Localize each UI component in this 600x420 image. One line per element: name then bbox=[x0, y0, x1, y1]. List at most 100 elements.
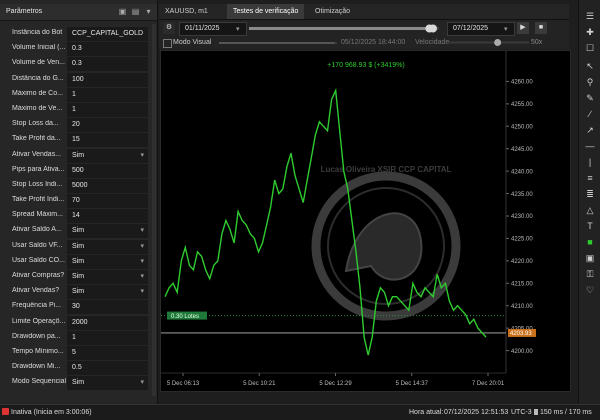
vertical-line-icon[interactable]: | bbox=[584, 156, 596, 168]
save-icon[interactable]: ▣ bbox=[118, 7, 127, 16]
tab-backtest[interactable]: Testes de verificação bbox=[227, 4, 305, 19]
menu-icon[interactable]: ☰ bbox=[584, 10, 596, 22]
param-select[interactable]: Sim ▾ bbox=[67, 254, 148, 269]
channel-icon[interactable]: ≡ bbox=[584, 172, 596, 184]
start-date-field[interactable]: 01/11/2025 ▾ bbox=[179, 22, 247, 36]
param-input[interactable]: 15 bbox=[67, 133, 148, 148]
parameters-scrollbar[interactable] bbox=[152, 24, 156, 396]
visual-mode-checkbox[interactable] bbox=[163, 39, 172, 48]
param-input[interactable]: 0.3 bbox=[67, 57, 148, 72]
price-chart[interactable]: Lucas Oliveira XSIR CCP CAPITAL 0.30 Lote… bbox=[160, 50, 571, 392]
param-value: 0.5 bbox=[72, 364, 82, 372]
crosshair-icon[interactable]: ✚ bbox=[584, 26, 596, 38]
color-icon[interactable]: ■ bbox=[584, 236, 596, 248]
param-select[interactable]: Sim ▾ bbox=[67, 148, 148, 163]
param-label: Usar Saldo VF... bbox=[12, 241, 63, 249]
camera-icon[interactable]: ▣ bbox=[584, 252, 596, 264]
settings-icon[interactable]: ⚙ bbox=[163, 22, 175, 34]
param-label: Volume Inicial (... bbox=[12, 44, 66, 52]
parameters-header: Parâmetros ▣ ▤ ▾ bbox=[0, 4, 157, 21]
param-row: Tempo Mínimo... 5 bbox=[3, 345, 155, 360]
param-select[interactable]: Sim ▾ bbox=[67, 285, 148, 300]
timezone[interactable]: UTC-3 bbox=[511, 409, 532, 416]
play-button[interactable]: ▶ bbox=[517, 22, 529, 34]
param-input[interactable]: 100 bbox=[67, 72, 148, 87]
chart-canvas[interactable]: Lucas Oliveira XSIR CCP CAPITAL 0.30 Lote… bbox=[161, 51, 570, 391]
date-range-track[interactable] bbox=[249, 24, 439, 33]
param-label: Distância do G... bbox=[12, 74, 64, 82]
param-row: Take Profit da... 15 bbox=[3, 132, 155, 148]
param-input[interactable]: 2000 bbox=[67, 315, 148, 330]
y-tick-label: 4220.00 bbox=[511, 259, 533, 265]
param-input[interactable]: 20 bbox=[67, 118, 148, 133]
end-handle[interactable] bbox=[429, 24, 437, 33]
param-value: CCP_CAPITAL_GOLD bbox=[72, 30, 144, 37]
speed-slider[interactable] bbox=[449, 38, 529, 47]
latency: 150 ms / 170 ms bbox=[540, 409, 592, 416]
param-row: Volume de Ven... 0.3 bbox=[3, 56, 155, 72]
current-price-label: 4203.93 bbox=[510, 331, 532, 337]
param-row: Drawdown Mi... 0.5 bbox=[3, 360, 155, 376]
param-label: Spread Máxim... bbox=[12, 211, 63, 219]
end-date-field[interactable]: 07/12/2025 ▾ bbox=[447, 22, 515, 36]
param-label: Pips para Ativa... bbox=[12, 165, 65, 173]
param-input[interactable]: 1 bbox=[67, 330, 148, 345]
param-input[interactable]: 14 bbox=[67, 209, 148, 224]
param-row: Volume Inicial (... 0.3 bbox=[3, 41, 155, 57]
zoom-icon[interactable]: ⚲ bbox=[584, 76, 596, 88]
folder-icon[interactable]: ▤ bbox=[131, 7, 140, 16]
param-value: 5000 bbox=[72, 181, 88, 189]
param-input[interactable]: 70 bbox=[67, 194, 148, 209]
y-tick-label: 4200.00 bbox=[511, 349, 533, 355]
param-row: Instância do Bot CCP_CAPITAL_GOLD bbox=[3, 26, 155, 41]
current-time: 05/12/2025 18:44:00 bbox=[341, 39, 406, 46]
stop-button[interactable]: ■ bbox=[535, 22, 547, 34]
param-value: 20 bbox=[72, 121, 80, 129]
param-label: Máximo de Ve... bbox=[12, 104, 63, 112]
param-value: 70 bbox=[72, 197, 80, 205]
start-date-value: 01/11/2025 bbox=[185, 25, 220, 32]
calendar-icon: ▾ bbox=[236, 26, 240, 33]
text-icon[interactable]: T bbox=[584, 220, 596, 232]
chevron-down-icon: ▾ bbox=[140, 273, 144, 280]
pencil-icon[interactable]: ✎ bbox=[584, 92, 596, 104]
param-row: Take Profit Indi... 70 bbox=[3, 193, 155, 209]
fullscreen-icon[interactable]: ☐ bbox=[584, 42, 596, 54]
tab-symbol[interactable]: XAUUSD, m1 bbox=[159, 4, 214, 19]
visual-progress-track[interactable] bbox=[219, 40, 337, 46]
line-tool-icon[interactable]: ∕ bbox=[584, 108, 596, 120]
calendar-end-icon: ▾ bbox=[504, 26, 508, 33]
param-input[interactable]: 1 bbox=[67, 87, 148, 102]
param-input[interactable]: CCP_CAPITAL_GOLD bbox=[67, 27, 148, 41]
timeframe-label: m1 bbox=[198, 8, 208, 15]
param-input[interactable]: 500 bbox=[67, 163, 148, 178]
param-select[interactable]: Sim ▾ bbox=[67, 270, 148, 284]
param-label: Volume de Ven... bbox=[12, 59, 65, 67]
param-select[interactable]: Sim ▾ bbox=[67, 239, 148, 254]
param-input[interactable]: 30 bbox=[67, 300, 148, 315]
cursor-icon[interactable]: ↖ bbox=[584, 60, 596, 72]
collapse-icon[interactable]: ▾ bbox=[144, 7, 153, 16]
speed-handle[interactable] bbox=[494, 39, 502, 46]
tab-optimization[interactable]: Otimização bbox=[309, 4, 356, 19]
ray-tool-icon[interactable]: ↗ bbox=[584, 124, 596, 136]
alert-icon[interactable]: ♡ bbox=[584, 284, 596, 296]
param-input[interactable]: 0.3 bbox=[67, 42, 148, 57]
param-value: 1 bbox=[72, 105, 76, 113]
chevron-down-icon: ▾ bbox=[140, 288, 144, 296]
param-select[interactable]: Sim ▾ bbox=[67, 224, 148, 239]
param-select[interactable]: Sim ▾ bbox=[67, 376, 148, 391]
shapes-icon[interactable]: △ bbox=[584, 204, 596, 216]
fibonacci-icon[interactable]: ≣ bbox=[584, 188, 596, 200]
param-value: Sim bbox=[72, 288, 85, 296]
horizontal-line-icon[interactable]: — bbox=[584, 140, 596, 152]
param-input[interactable]: 5 bbox=[67, 345, 148, 360]
param-value: 5 bbox=[72, 348, 76, 356]
param-value: 1 bbox=[72, 90, 76, 98]
param-input[interactable]: 5000 bbox=[67, 178, 148, 193]
param-row: Frequência Pi... 30 bbox=[3, 299, 155, 315]
param-input[interactable]: 1 bbox=[67, 102, 148, 117]
lock-icon[interactable]: ⚿ bbox=[584, 268, 596, 280]
param-input[interactable]: 0.5 bbox=[67, 361, 148, 376]
current-time-label: Hora atual: bbox=[409, 409, 444, 416]
